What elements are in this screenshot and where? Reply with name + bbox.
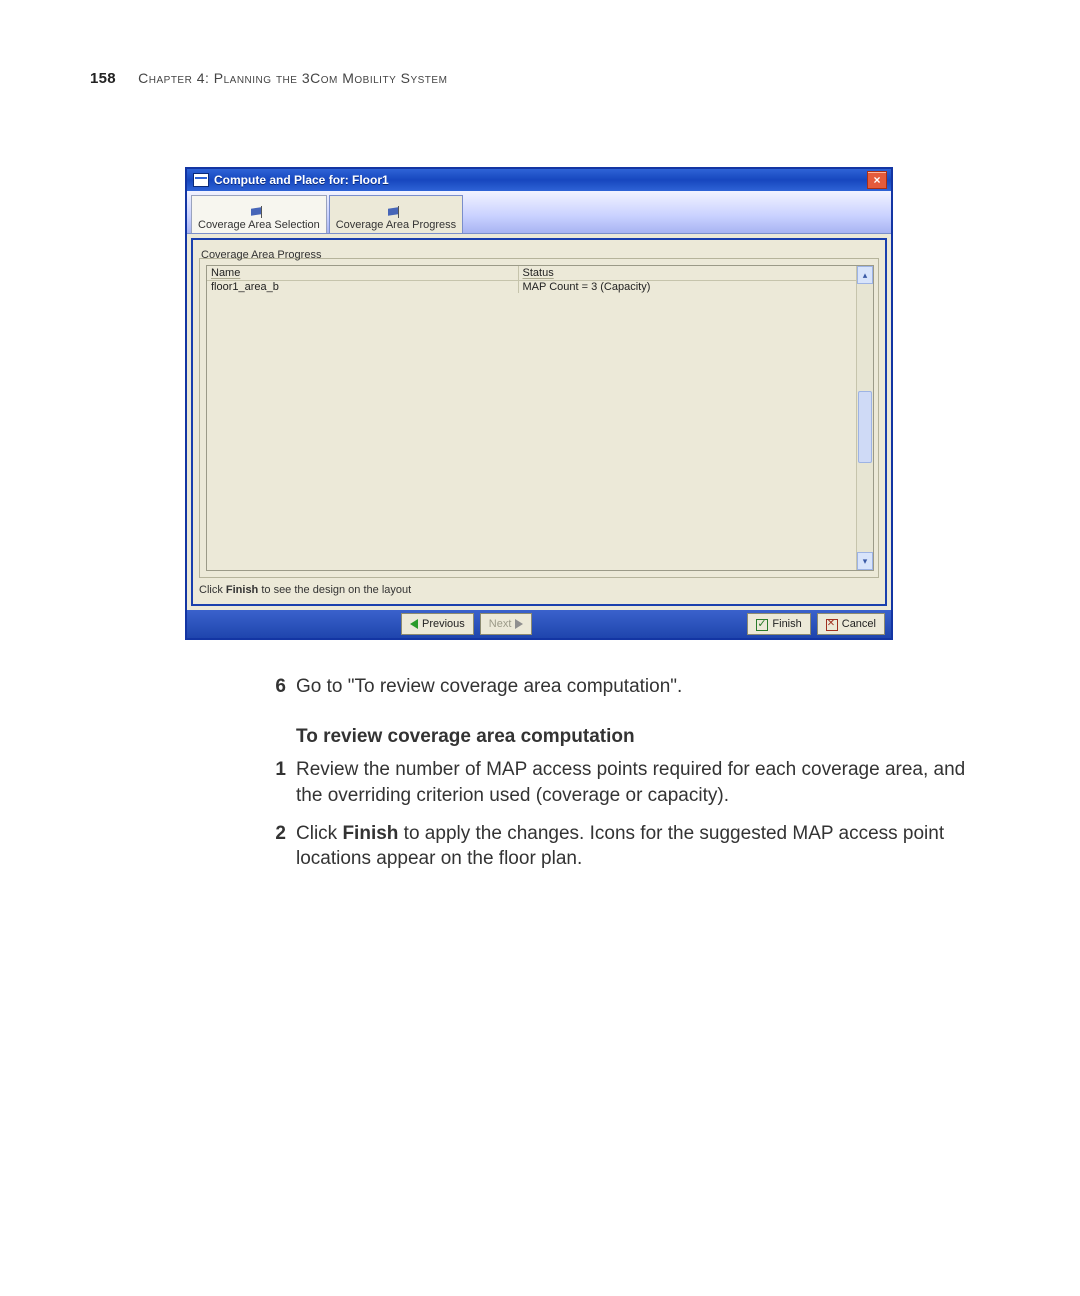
x-icon [826, 619, 838, 629]
hint-bold: Finish [226, 584, 258, 596]
section-heading: To review coverage area computation [296, 724, 980, 750]
scroll-thumb[interactable] [858, 391, 872, 463]
step-1: 1 Review the number of MAP access points… [260, 757, 980, 808]
cell-status: MAP Count = 3 (Capacity) [519, 281, 856, 293]
finish-label: Finish [772, 618, 801, 630]
flag-icon [388, 206, 404, 218]
tab-coverage-area-selection[interactable]: Coverage Area Selection [191, 195, 327, 233]
hint-prefix: Click [199, 584, 226, 596]
page-number: 158 [90, 70, 116, 87]
scroll-track[interactable] [857, 284, 873, 552]
step-number: 6 [260, 674, 286, 700]
tab-label: Coverage Area Progress [336, 220, 456, 231]
step-number: 2 [260, 821, 286, 872]
step-6: 6 Go to "To review coverage area computa… [260, 674, 980, 700]
step-2: 2 Click Finish to apply the changes. Ico… [260, 821, 980, 872]
previous-label: Previous [422, 618, 465, 630]
arrow-right-icon [515, 619, 523, 629]
step-text: Click Finish to apply the changes. Icons… [296, 821, 980, 872]
close-icon[interactable]: × [867, 171, 887, 189]
step-text: Review the number of MAP access points r… [296, 757, 980, 808]
step-text: Go to "To review coverage area computati… [296, 674, 980, 700]
flag-icon [251, 206, 267, 218]
window-title: Compute and Place for: Floor1 [214, 173, 867, 187]
tab-strip: Coverage Area Selection Coverage Area Pr… [187, 191, 891, 234]
cancel-label: Cancel [842, 618, 876, 630]
inner-panel: Coverage Area Progress Name Status floor… [191, 238, 887, 606]
titlebar[interactable]: Compute and Place for: Floor1 × [187, 169, 891, 191]
cell-name: floor1_area_b [207, 281, 519, 293]
cancel-button[interactable]: Cancel [817, 613, 885, 635]
column-name[interactable]: Name [207, 266, 519, 281]
table-header: Name Status [207, 266, 856, 281]
previous-button[interactable]: Previous [401, 613, 474, 635]
running-header: 158 Chapter 4: Planning the 3Com Mobilit… [90, 70, 990, 87]
hint-text: Click Finish to see the design on the la… [199, 582, 879, 598]
next-label: Next [489, 618, 512, 630]
window-icon [193, 173, 209, 187]
progress-table: Name Status floor1_area_b MAP Count = 3 … [206, 265, 874, 571]
next-button: Next [480, 613, 533, 635]
groupbox: Name Status floor1_area_b MAP Count = 3 … [199, 258, 879, 578]
chapter-label: Chapter 4: Planning the 3Com Mobility Sy… [138, 70, 447, 86]
tab-label: Coverage Area Selection [198, 220, 320, 231]
groupbox-label: Coverage Area Progress [199, 249, 323, 261]
hint-suffix: to see the design on the layout [258, 584, 411, 596]
dialog-window: Compute and Place for: Floor1 × Coverage… [185, 167, 893, 640]
column-status[interactable]: Status [519, 266, 856, 281]
table-row[interactable]: floor1_area_b MAP Count = 3 (Capacity) [207, 281, 856, 293]
vertical-scrollbar[interactable]: ▴ ▾ [856, 266, 873, 570]
arrow-left-icon [410, 619, 418, 629]
button-bar: Previous Next Finish Cancel [187, 610, 891, 638]
step-number: 1 [260, 757, 286, 808]
scroll-up-icon[interactable]: ▴ [857, 266, 873, 284]
check-icon [756, 619, 768, 629]
tab-coverage-area-progress[interactable]: Coverage Area Progress [329, 195, 463, 233]
scroll-down-icon[interactable]: ▾ [857, 552, 873, 570]
body-text: 6 Go to "To review coverage area computa… [260, 674, 980, 872]
finish-button[interactable]: Finish [747, 613, 810, 635]
